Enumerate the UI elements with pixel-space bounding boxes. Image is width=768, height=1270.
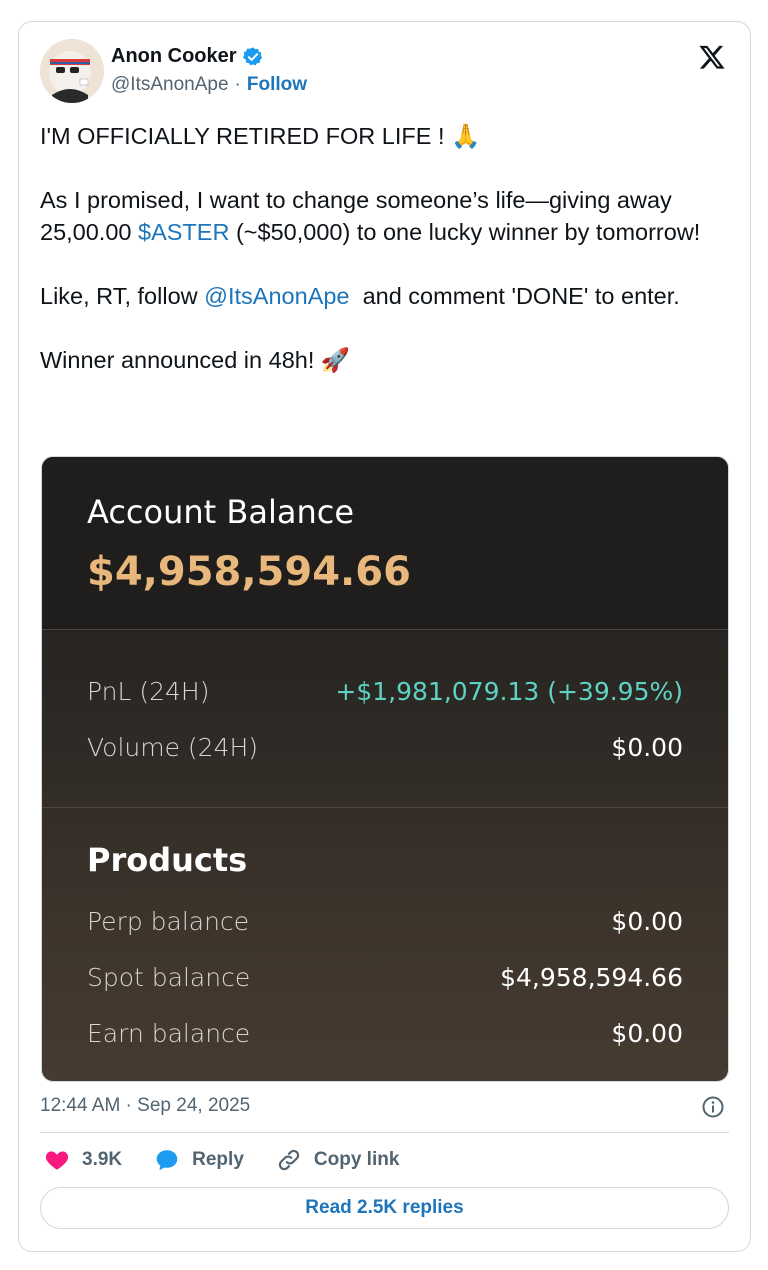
display-name[interactable]: Anon Cooker [111, 45, 237, 68]
divider [40, 1132, 729, 1133]
follow-button[interactable]: Follow [247, 74, 307, 96]
separator-dot: · [234, 74, 241, 95]
account-balance-title: Account Balance [87, 493, 354, 531]
action-bar: 3.9K Reply Copy link [44, 1147, 431, 1173]
timestamp[interactable]: 12:44 AM · Sep 24, 2025 [40, 1095, 250, 1117]
tweet-paragraph-2: As I promised, I want to change someone’… [40, 184, 740, 248]
media-image[interactable]: Account Balance $4,958,594.66 PnL (24H) … [41, 456, 729, 1082]
x-logo-icon[interactable] [697, 43, 727, 71]
spot-balance-label: Spot balance [87, 963, 251, 992]
perp-balance-value: $0.00 [611, 907, 683, 936]
avatar-image [40, 39, 104, 103]
link-icon [278, 1149, 300, 1171]
spot-balance-value: $4,958,594.66 [500, 963, 683, 992]
tweet-line-1: I'M OFFICIALLY RETIRED FOR LIFE ! 🙏 [40, 123, 481, 149]
copy-link-button[interactable]: Copy link [276, 1147, 400, 1173]
volume-value: $0.00 [611, 733, 683, 762]
info-icon[interactable] [701, 1095, 725, 1119]
verified-badge-icon [242, 46, 262, 65]
reply-icon [156, 1150, 178, 1171]
tweet-paragraph-4: Winner announced in 48h! 🚀 [40, 347, 351, 373]
pnl-label: PnL (24H) [87, 677, 210, 706]
like-button[interactable]: 3.9K [44, 1147, 122, 1173]
tweet-card: Anon Cooker @ItsAnonApe · Follow I'M OFF… [18, 21, 751, 1252]
read-replies-button[interactable]: Read 2.5K replies [40, 1187, 729, 1229]
tweet-text-segment: (~$50,000) to one lucky winner by tomorr… [229, 219, 701, 245]
author-name-row[interactable]: Anon Cooker [111, 45, 264, 68]
tweet-text-segment: and comment 'DONE' to enter. [349, 283, 680, 309]
divider [42, 807, 728, 808]
earn-balance-value: $0.00 [611, 1019, 683, 1048]
products-title: Products [87, 841, 248, 879]
cashtag-link[interactable]: $ASTER [138, 219, 229, 245]
copy-link-label: Copy link [313, 1149, 400, 1170]
reply-button[interactable]: Reply [154, 1147, 244, 1173]
tweet-paragraph-3: Like, RT, follow @ItsAnonApe and comment… [40, 280, 740, 312]
account-header-section [42, 457, 728, 629]
account-balance-value: $4,958,594.66 [87, 549, 411, 595]
divider [42, 629, 728, 630]
like-count: 3.9K [82, 1149, 123, 1170]
handle-row: @ItsAnonApe · Follow [111, 74, 307, 96]
avatar[interactable] [40, 39, 104, 103]
mention-link[interactable]: @ItsAnonApe [204, 283, 349, 309]
volume-label: Volume (24H) [87, 733, 259, 762]
tweet-text-segment: Like, RT, follow [40, 283, 205, 309]
handle[interactable]: @ItsAnonApe [111, 74, 229, 96]
reply-label: Reply [192, 1149, 244, 1170]
perp-balance-label: Perp balance [87, 907, 250, 936]
tweet-text: I'M OFFICIALLY RETIRED FOR LIFE ! 🙏 As I… [40, 120, 740, 376]
pnl-value: +$1,981,079.13 (+39.95%) [335, 677, 683, 706]
earn-balance-label: Earn balance [87, 1019, 251, 1048]
heart-icon [45, 1151, 69, 1170]
